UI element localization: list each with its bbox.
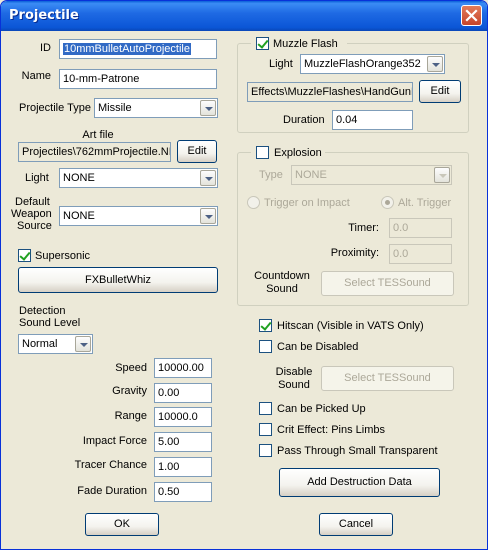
light-value: NONE (63, 172, 95, 184)
disable-sound-label-2: Sound (278, 379, 310, 391)
countdown-sound-button[interactable]: Select TESSound (321, 271, 454, 296)
duration-field[interactable]: 0.04 (332, 110, 413, 130)
projectile-type-select[interactable]: Missile (94, 98, 218, 118)
chevron-down-icon (427, 56, 443, 72)
ok-button[interactable]: OK (85, 513, 159, 536)
timer-field[interactable]: 0.0 (389, 218, 452, 238)
id-label: ID (40, 42, 51, 54)
chevron-down-icon (75, 336, 91, 352)
chevron-down-icon (200, 170, 216, 186)
supersonic-label: Supersonic (35, 250, 91, 262)
add-destruction-data-button[interactable]: Add Destruction Data (279, 468, 440, 497)
duration-label: Duration (283, 114, 325, 126)
explosion-type-label: Type (259, 169, 283, 181)
range-label: Range (114, 410, 147, 422)
muzzle-flash-checkbox[interactable] (256, 37, 269, 50)
explosion-type-select[interactable]: NONE (291, 165, 452, 185)
default-weapon-label-3: Source (17, 220, 52, 232)
pass-through-checkbox[interactable] (259, 444, 272, 457)
countdown-label-2: Sound (266, 283, 298, 295)
explosion-label: Explosion (274, 147, 322, 159)
title-bar[interactable]: Projectile (1, 1, 487, 31)
crit-effect-checkbox[interactable] (259, 423, 272, 436)
timer-label: Timer: (348, 222, 379, 234)
default-weapon-source-select[interactable]: NONE (59, 206, 218, 226)
chevron-down-icon (434, 167, 450, 183)
gravity-label: Gravity (112, 385, 147, 397)
chevron-down-icon (200, 100, 216, 116)
muzzle-flash-edit-button[interactable]: Edit (419, 80, 461, 103)
fade-duration-field[interactable]: 0.50 (154, 482, 212, 502)
id-value: 10mmBulletAutoProjectile (63, 43, 191, 55)
crit-effect-label: Crit Effect: Pins Limbs (277, 424, 385, 436)
close-icon (465, 9, 478, 22)
hitscan-checkbox[interactable] (259, 319, 272, 332)
sound-select-button[interactable]: FXBulletWhiz (18, 267, 218, 293)
light-select[interactable]: NONE (59, 168, 218, 188)
explosion-type-value: NONE (295, 169, 327, 181)
art-file-path: Projectiles\762mmProjectile.NIF (18, 142, 171, 162)
alt-trigger-label: Alt. Trigger (398, 197, 452, 209)
fade-duration-label: Fade Duration (77, 485, 147, 497)
countdown-label-1: Countdown (254, 270, 310, 282)
can-be-disabled-checkbox[interactable] (259, 340, 272, 353)
muzzle-light-select[interactable]: MuzzleFlashOrange352 (300, 54, 445, 74)
pass-through-label: Pass Through Small Transparent (277, 445, 438, 457)
gravity-field[interactable]: 0.00 (154, 383, 212, 403)
name-label: Name (21, 70, 51, 82)
light-label: Light (25, 172, 49, 184)
cancel-button[interactable]: Cancel (319, 513, 393, 536)
detection-level-select[interactable]: Normal (18, 334, 93, 354)
explosion-checkbox[interactable] (256, 146, 269, 159)
trigger-on-impact-radio[interactable] (247, 196, 260, 209)
impact-force-field[interactable]: 5.00 (154, 432, 212, 452)
muzzle-light-value: MuzzleFlashOrange352 (304, 58, 421, 70)
muzzle-flash-path: Effects\MuzzleFlashes\HandGunFlash.NIF (247, 82, 413, 102)
window-title: Projectile (9, 8, 79, 23)
projectile-type-label: Projectile Type (19, 102, 91, 114)
hitscan-label: Hitscan (Visible in VATS Only) (277, 320, 424, 332)
can-be-picked-up-checkbox[interactable] (259, 402, 272, 415)
id-field[interactable]: 10mmBulletAutoProjectile (59, 39, 217, 59)
art-file-label: Art file (82, 129, 114, 141)
muzzle-flash-label: Muzzle Flash (273, 38, 338, 50)
proximity-field[interactable]: 0.0 (389, 244, 452, 264)
can-be-picked-up-label: Can be Picked Up (277, 403, 366, 415)
close-button[interactable] (461, 5, 482, 26)
supersonic-checkbox[interactable] (18, 249, 31, 262)
speed-field[interactable]: 10000.00 (154, 358, 212, 378)
name-field[interactable]: 10-mm-Patrone (59, 69, 217, 89)
art-file-edit-button[interactable]: Edit (177, 140, 217, 163)
range-field[interactable]: 10000.0 (154, 407, 212, 427)
detection-label-2: Sound Level (19, 317, 81, 329)
disable-sound-label-1: Disable (275, 366, 313, 378)
muzzle-light-label: Light (269, 58, 293, 70)
can-be-disabled-label: Can be Disabled (277, 341, 359, 353)
impact-force-label: Impact Force (82, 435, 147, 447)
detection-level-value: Normal (22, 338, 58, 350)
chevron-down-icon (200, 208, 216, 224)
tracer-chance-field[interactable]: 1.00 (154, 457, 212, 477)
alt-trigger-radio[interactable] (381, 196, 394, 209)
disable-sound-button[interactable]: Select TESSound (321, 366, 454, 391)
default-weapon-source-value: NONE (63, 210, 95, 222)
projectile-type-value: Missile (98, 102, 132, 114)
proximity-label: Proximity: (330, 247, 379, 259)
trigger-on-impact-label: Trigger on Impact (264, 197, 350, 209)
speed-label: Speed (115, 362, 147, 374)
tracer-chance-label: Tracer Chance (74, 459, 147, 471)
projectile-dialog: Projectile ID 10mmBulletAutoProjectile N… (0, 0, 488, 550)
